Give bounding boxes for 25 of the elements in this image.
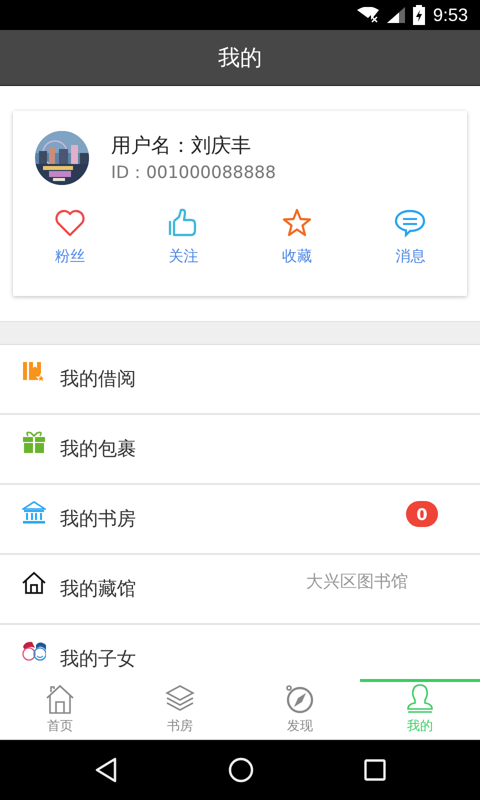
- page-title: 我的: [218, 44, 262, 72]
- wifi-icon: [356, 7, 379, 23]
- person-icon: [404, 683, 436, 715]
- username: 用户名：刘庆丰: [111, 132, 252, 159]
- count-badge: 0: [406, 501, 438, 527]
- compass-icon: [284, 683, 316, 715]
- clock-time: 9:53: [432, 4, 468, 26]
- home-circle-icon[interactable]: [228, 757, 254, 783]
- shortcut-button[interactable]: 消息: [354, 207, 467, 266]
- house-icon: [22, 571, 46, 595]
- gift-icon: [22, 431, 46, 455]
- shortcut-button[interactable]: 收藏: [240, 207, 354, 266]
- back-icon[interactable]: [94, 757, 118, 783]
- signal-icon: [386, 7, 405, 23]
- heart-icon: [54, 207, 86, 239]
- home-icon: [44, 683, 76, 715]
- star-icon: [280, 207, 313, 239]
- shortcut-button[interactable]: 关注: [126, 207, 240, 266]
- battery-icon: [412, 5, 425, 25]
- chat-icon: [394, 207, 426, 239]
- recents-icon[interactable]: [364, 759, 386, 781]
- library-name: 大兴区图书馆: [306, 570, 408, 592]
- library-icon: [22, 501, 46, 525]
- shortcut-button[interactable]: 粉丝: [13, 207, 126, 266]
- user-id: ID：001000088888: [111, 162, 276, 184]
